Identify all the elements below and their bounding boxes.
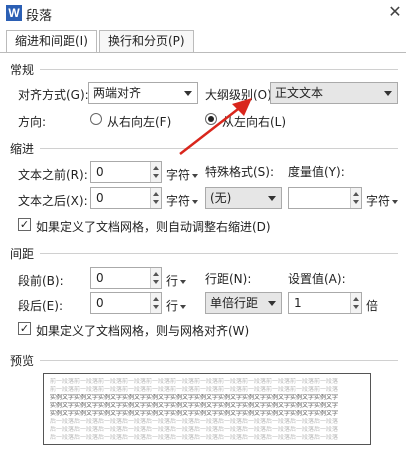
indent-before-stepper[interactable] [150, 162, 161, 182]
dialog-title: 段落 [26, 9, 53, 24]
special-format-label: 特殊格式(S): [205, 165, 275, 179]
chevron-down-icon [180, 304, 187, 309]
space-after-unit-text: 行 [166, 299, 179, 313]
preview-previous-line: 前一段落前一段落前一段落前一段落前一段落前一段落前一段落前一段落前一段落前一段落… [50, 386, 339, 393]
alignment-value: 两端对齐 [93, 86, 142, 100]
chevron-down-icon [384, 91, 392, 96]
outline-level-select[interactable]: 正文文本 [270, 82, 398, 104]
paragraph-preview: 前一段落前一段落前一段落前一段落前一段落前一段落前一段落前一段落前一段落前一段落… [43, 373, 371, 445]
title-bar [0, 0, 406, 26]
section-title-indent: 缩进 [10, 142, 35, 156]
indent-after-unit[interactable]: 字符 [166, 192, 199, 209]
chevron-down-icon [192, 199, 199, 204]
outline-level-value: 正文文本 [275, 86, 324, 100]
indent-after-input[interactable]: 0 [90, 187, 162, 209]
set-value-value: 1 [294, 296, 302, 310]
chevron-down-icon [268, 196, 276, 201]
space-before-value: 0 [96, 271, 104, 285]
space-after-label: 段后(E): [18, 299, 63, 313]
rtl-label: 从右向左(F) [107, 115, 172, 129]
section-rule [40, 69, 398, 70]
space-after-unit[interactable]: 行 [166, 297, 187, 314]
indent-after-label: 文本之后(X): [18, 194, 88, 208]
space-before-input[interactable]: 0 [90, 267, 162, 289]
preview-next-line: 后一段落后一段落后一段落后一段落后一段落后一段落后一段落后一段落后一段落后一段落… [50, 426, 339, 433]
measure-unit[interactable]: 字符 [366, 192, 399, 209]
measure-unit-text: 字符 [366, 194, 391, 208]
indent-before-unit-text: 字符 [166, 168, 191, 182]
special-format-select[interactable]: (无) [205, 187, 282, 209]
set-value-input[interactable]: 1 [288, 292, 362, 314]
set-value-stepper[interactable] [350, 293, 361, 313]
section-rule [40, 253, 398, 254]
snap-grid-label: 如果定义了文档网格，则与网格对齐(W) [36, 324, 250, 338]
measure-input[interactable] [288, 187, 362, 209]
annotation-arrow-head [232, 98, 252, 116]
indent-before-label: 文本之前(R): [18, 168, 88, 182]
tab-divider [0, 52, 406, 53]
close-icon[interactable]: ✕ [386, 2, 404, 22]
preview-next-line: 后一段落后一段落后一段落后一段落后一段落后一段落后一段落后一段落后一段落后一段落… [50, 418, 339, 425]
chevron-down-icon [180, 279, 187, 284]
line-spacing-select[interactable]: 单倍行距 [205, 292, 282, 314]
section-title-general: 常规 [10, 63, 35, 77]
tab-indent-spacing[interactable]: 缩进和间距(I) [6, 30, 97, 53]
section-rule [40, 360, 398, 361]
section-title-spacing: 间距 [10, 247, 35, 261]
auto-adjust-checkbox[interactable]: ✓ [18, 218, 31, 231]
preview-sample-line: 实例文字实例文字实例文字实例文字实例文字实例文字实例文字实例文字实例文字实例文字… [50, 394, 339, 401]
space-after-input[interactable]: 0 [90, 292, 162, 314]
line-spacing-label: 行距(N): [205, 272, 252, 286]
space-before-stepper[interactable] [150, 268, 161, 288]
indent-before-unit[interactable]: 字符 [166, 166, 199, 183]
set-value-label: 设置值(A): [288, 272, 346, 286]
alignment-label: 对齐方式(G): [18, 88, 89, 102]
set-value-unit: 倍 [366, 299, 379, 313]
space-before-label: 段前(B): [18, 274, 64, 288]
line-spacing-value: 单倍行距 [210, 296, 259, 310]
direction-label: 方向: [18, 115, 47, 129]
preview-previous-line: 前一段落前一段落前一段落前一段落前一段落前一段落前一段落前一段落前一段落前一段落… [50, 378, 339, 385]
indent-after-unit-text: 字符 [166, 194, 191, 208]
wps-writer-icon: W [6, 5, 22, 21]
tab-line-page-breaks[interactable]: 换行和分页(P) [99, 30, 194, 52]
section-title-preview: 预览 [10, 354, 35, 368]
space-after-value: 0 [96, 296, 104, 310]
space-after-stepper[interactable] [150, 293, 161, 313]
annotation-arrow-shaft [179, 105, 243, 155]
measure-label: 度量值(Y): [288, 165, 345, 179]
snap-grid-checkbox[interactable]: ✓ [18, 322, 31, 335]
measure-stepper[interactable] [350, 188, 361, 208]
preview-next-line: 后一段落后一段落后一段落后一段落后一段落后一段落后一段落后一段落后一段落后一段落… [50, 434, 339, 441]
preview-sample-line: 实例文字实例文字实例文字实例文字实例文字实例文字实例文字实例文字实例文字实例文字… [50, 410, 339, 417]
space-before-unit[interactable]: 行 [166, 272, 187, 289]
preview-sample-line: 实例文字实例文字实例文字实例文字实例文字实例文字实例文字实例文字实例文字实例文字… [50, 402, 339, 409]
indent-before-value: 0 [96, 165, 104, 179]
chevron-down-icon [268, 301, 276, 306]
chevron-down-icon [392, 199, 399, 204]
space-before-unit-text: 行 [166, 274, 179, 288]
auto-adjust-label: 如果定义了文档网格，则自动调整右缩进(D) [36, 220, 271, 234]
indent-after-value: 0 [96, 191, 104, 205]
indent-after-stepper[interactable] [150, 188, 161, 208]
annotation-arrow [179, 98, 252, 155]
special-format-value: (无) [210, 191, 232, 205]
indent-before-input[interactable]: 0 [90, 161, 162, 183]
rtl-radio[interactable] [90, 113, 102, 125]
chevron-down-icon [192, 173, 199, 178]
